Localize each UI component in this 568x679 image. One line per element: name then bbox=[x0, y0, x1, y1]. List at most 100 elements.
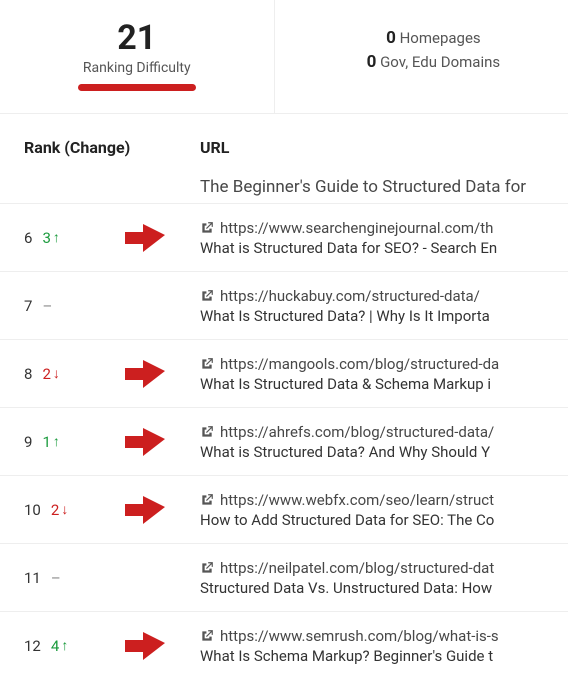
external-link-icon bbox=[200, 289, 214, 303]
result-title: Structured Data Vs. Unstructured Data: H… bbox=[200, 579, 568, 597]
table-row[interactable]: 10 2↓ https://www.webfx.com/seo/learn/stru… bbox=[0, 475, 568, 543]
flag-cell bbox=[90, 427, 200, 457]
url-cell: https://mangools.com/blog/structured-da W… bbox=[200, 355, 568, 393]
rank-change-value: 4 bbox=[51, 637, 59, 655]
result-url[interactable]: https://www.searchenginejournal.com/th bbox=[200, 219, 568, 237]
table-row[interactable]: 82↓https://mangools.com/blog/structured-… bbox=[0, 339, 568, 407]
external-link-icon bbox=[200, 493, 214, 507]
ranking-difficulty-value: 21 bbox=[10, 18, 264, 58]
arrow-up-icon: ↑ bbox=[53, 433, 60, 450]
result-url[interactable]: https://ahrefs.com/blog/structured-data/ bbox=[200, 423, 568, 441]
flag-cell bbox=[90, 223, 200, 253]
table-row[interactable]: 7– https://huckabuy.com/structured-data/W… bbox=[0, 271, 568, 339]
url-cell: https://neilpatel.com/blog/structured-da… bbox=[200, 559, 568, 597]
rank-change-value: 2 bbox=[42, 365, 50, 383]
rank-cell: 91↑ bbox=[24, 433, 90, 451]
table-row[interactable]: 91↑https://ahrefs.com/blog/structured-da… bbox=[0, 407, 568, 475]
arrow-down-icon: ↓ bbox=[61, 501, 68, 518]
rank-cell: 7– bbox=[24, 297, 90, 315]
rank-change: 2↓ bbox=[51, 501, 68, 519]
result-title: What Is Structured Data & Schema Markup … bbox=[200, 375, 568, 393]
rank-cell: 82↓ bbox=[24, 365, 90, 383]
result-title: What Is Schema Markup? Beginner's Guide … bbox=[200, 647, 568, 665]
table-row[interactable]: 11– https://neilpatel.com/blog/structured… bbox=[0, 543, 568, 611]
result-title: What Is Structured Data? | Why Is It Imp… bbox=[200, 307, 568, 325]
pointer-left-icon bbox=[125, 631, 165, 661]
url-text: https://mangools.com/blog/structured-da bbox=[220, 355, 499, 373]
external-link-icon bbox=[200, 629, 214, 643]
active-underline bbox=[78, 84, 196, 91]
arrow-up-icon: ↑ bbox=[61, 637, 68, 654]
external-link-icon bbox=[200, 561, 214, 575]
result-url[interactable]: https://huckabuy.com/structured-data/ bbox=[200, 287, 568, 305]
arrow-up-icon: ↑ bbox=[53, 229, 60, 246]
pointer-left-icon bbox=[125, 495, 165, 525]
result-url[interactable]: https://www.semrush.com/blog/what-is-s bbox=[200, 627, 568, 645]
prev-row-title: The Beginner's Guide to Structured Data … bbox=[0, 177, 568, 203]
header-url: URL bbox=[200, 138, 568, 157]
rank-number: 12 bbox=[24, 637, 41, 655]
rank-change-value: 3 bbox=[42, 229, 50, 247]
url-cell: https://www.searchenginejournal.com/th Wh… bbox=[200, 219, 568, 257]
external-link-icon bbox=[200, 221, 214, 235]
rank-number: 6 bbox=[24, 229, 32, 247]
result-url[interactable]: https://www.webfx.com/seo/learn/struct bbox=[200, 491, 568, 509]
flag-cell bbox=[90, 359, 200, 389]
summary-panel: 21 Ranking Difficulty 0 Homepages 0 Gov,… bbox=[0, 0, 568, 114]
url-text: https://ahrefs.com/blog/structured-data/ bbox=[220, 423, 494, 441]
rank-cell: 12 4↑ bbox=[24, 637, 90, 655]
result-title: What is Structured Data for SEO? - Searc… bbox=[200, 239, 568, 257]
result-title: What is Structured Data? And Why Should … bbox=[200, 443, 568, 461]
pointer-left-icon bbox=[125, 223, 165, 253]
rank-cell: 10 2↓ bbox=[24, 501, 90, 519]
results-table: 63↑https://www.searchenginejournal.com/t… bbox=[0, 203, 568, 679]
pointer-left-icon bbox=[125, 427, 165, 457]
rank-number: 7 bbox=[24, 297, 32, 315]
stat-gov-edu: 0 Gov, Edu Domains bbox=[305, 52, 559, 72]
rank-change: – bbox=[42, 297, 52, 315]
stat-gov-edu-label: Gov, Edu Domains bbox=[380, 53, 500, 71]
rank-change: 1↑ bbox=[42, 433, 59, 451]
table-row[interactable]: 63↑https://www.searchenginejournal.com/t… bbox=[0, 203, 568, 271]
url-cell: https://huckabuy.com/structured-data/Wha… bbox=[200, 287, 568, 325]
ranking-difficulty-label: Ranking Difficulty bbox=[10, 60, 264, 76]
rank-number: 10 bbox=[24, 501, 41, 519]
result-title: How to Add Structured Data for SEO: The … bbox=[200, 511, 568, 529]
rank-change: 2↓ bbox=[42, 365, 59, 383]
stat-homepages-value: 0 bbox=[382, 28, 396, 48]
stat-homepages-label: Homepages bbox=[400, 29, 481, 47]
rank-change: – bbox=[51, 569, 61, 587]
result-url[interactable]: https://neilpatel.com/blog/structured-da… bbox=[200, 559, 568, 577]
header-rank: Rank (Change) bbox=[24, 138, 200, 157]
url-cell: https://www.webfx.com/seo/learn/struct Ho… bbox=[200, 491, 568, 529]
result-url[interactable]: https://mangools.com/blog/structured-da bbox=[200, 355, 568, 373]
rank-change: 3↑ bbox=[42, 229, 59, 247]
rank-cell: 63↑ bbox=[24, 229, 90, 247]
url-text: https://www.semrush.com/blog/what-is-s bbox=[220, 627, 499, 645]
rank-change-value: 2 bbox=[51, 501, 59, 519]
url-text: https://huckabuy.com/structured-data/ bbox=[220, 287, 480, 305]
rank-cell: 11– bbox=[24, 569, 90, 587]
stat-homepages: 0 Homepages bbox=[305, 28, 559, 48]
flag-cell bbox=[90, 631, 200, 661]
pointer-left-icon bbox=[125, 359, 165, 389]
table-header: Rank (Change) URL bbox=[0, 114, 568, 177]
rank-change: 4↑ bbox=[51, 637, 68, 655]
url-text: https://www.webfx.com/seo/learn/struct bbox=[220, 491, 494, 509]
rank-number: 11 bbox=[24, 569, 41, 587]
arrow-down-icon: ↓ bbox=[53, 365, 60, 382]
url-cell: https://ahrefs.com/blog/structured-data/… bbox=[200, 423, 568, 461]
url-text: https://www.searchenginejournal.com/th bbox=[220, 219, 493, 237]
url-cell: https://www.semrush.com/blog/what-is-s Wh… bbox=[200, 627, 568, 665]
flag-cell bbox=[90, 495, 200, 525]
domain-stats: 0 Homepages 0 Gov, Edu Domains bbox=[275, 0, 568, 113]
stat-gov-edu-value: 0 bbox=[362, 52, 376, 72]
rank-number: 9 bbox=[24, 433, 32, 451]
external-link-icon bbox=[200, 357, 214, 371]
table-row[interactable]: 12 4↑ https://www.semrush.com/blog/what-is… bbox=[0, 611, 568, 679]
external-link-icon bbox=[200, 425, 214, 439]
rank-change-value: 1 bbox=[42, 433, 50, 451]
url-text: https://neilpatel.com/blog/structured-da… bbox=[220, 559, 494, 577]
ranking-difficulty-card: 21 Ranking Difficulty bbox=[0, 0, 275, 113]
rank-number: 8 bbox=[24, 365, 32, 383]
